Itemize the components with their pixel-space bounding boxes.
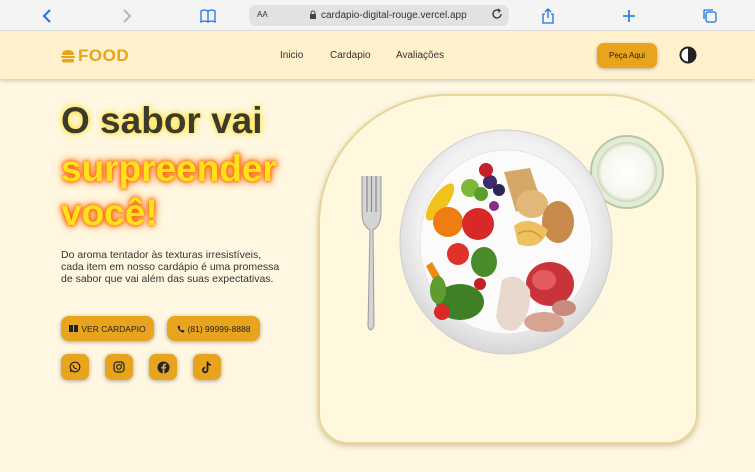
new-tab-icon[interactable]: [619, 6, 639, 26]
text-size-button[interactable]: AA: [257, 10, 268, 19]
plate-with-food: [399, 129, 613, 355]
lock-icon: [309, 10, 317, 23]
instagram-button[interactable]: [105, 354, 133, 380]
view-menu-label: VER CARDAPIO: [81, 323, 146, 334]
browser-toolbar: AA cardapio-digital-rouge.vercel.app: [0, 0, 755, 31]
logo-text: FOOD: [78, 46, 130, 65]
hero-title-line1: O sabor vai: [61, 100, 263, 141]
facebook-button[interactable]: [149, 354, 177, 380]
nav-link-cardapio[interactable]: Cardapio: [330, 50, 371, 61]
hero-description: Do aroma tentador às texturas irresistív…: [61, 249, 280, 285]
phone-label: (81) 99999-8888: [187, 323, 251, 334]
tabs-icon[interactable]: [700, 6, 720, 26]
theme-toggle-icon[interactable]: [679, 46, 697, 69]
nav-link-avaliacoes[interactable]: Avaliações: [396, 50, 444, 61]
site-header: FOOD Inicio Cardapio Avaliações Peça Aqu…: [0, 32, 755, 79]
phone-icon: [177, 325, 185, 333]
facebook-icon: [157, 361, 169, 373]
view-menu-button[interactable]: VER CARDAPIO: [61, 316, 154, 341]
hero-title-line2: surpreender: [61, 148, 277, 189]
reload-icon[interactable]: [491, 8, 503, 23]
logo[interactable]: FOOD: [61, 46, 129, 66]
address-bar[interactable]: AA cardapio-digital-rouge.vercel.app: [249, 5, 509, 26]
whatsapp-button[interactable]: [61, 354, 89, 380]
whatsapp-icon: [69, 361, 81, 373]
order-button[interactable]: Peça Aqui: [597, 43, 657, 68]
phone-button[interactable]: (81) 99999-8888: [167, 316, 260, 341]
instagram-icon: [113, 361, 125, 373]
hero-title-line3: você!: [61, 192, 158, 233]
plate-image: [361, 129, 664, 355]
back-icon[interactable]: [37, 6, 57, 26]
share-icon[interactable]: [538, 6, 558, 26]
book-icon: [69, 325, 79, 332]
bookmarks-icon[interactable]: [198, 6, 218, 26]
url-text: cardapio-digital-rouge.vercel.app: [321, 10, 467, 21]
fork-image: [361, 176, 382, 331]
burger-icon: [61, 49, 75, 62]
nav-link-inicio[interactable]: Inicio: [280, 50, 303, 61]
forward-icon[interactable]: [117, 6, 137, 26]
tiktok-button[interactable]: [193, 354, 221, 380]
tiktok-icon: [202, 361, 212, 373]
